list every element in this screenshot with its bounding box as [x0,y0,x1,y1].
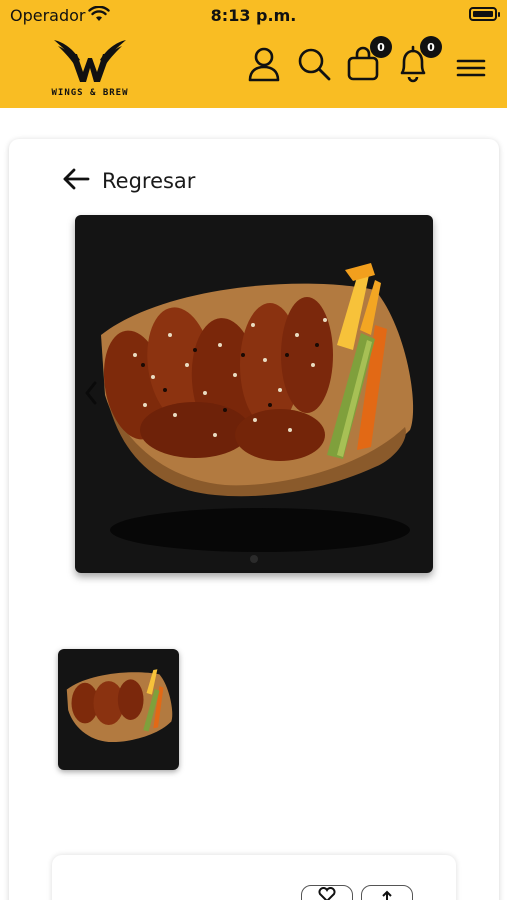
wings-logo-icon [54,40,126,82]
share-button[interactable] [361,885,413,900]
favorite-button[interactable] [301,885,353,900]
back-arrow-icon [62,167,90,195]
search-icon[interactable] [295,44,333,84]
thumbnail-image [58,649,179,770]
back-label: Regresar [102,169,196,193]
share-icon [382,890,392,900]
user-icon[interactable] [245,44,283,84]
notification-count-badge: 0 [420,36,442,58]
back-button[interactable]: Regresar [62,166,195,196]
info-back-icon[interactable] [86,895,100,900]
brand-logo[interactable]: WINGS & BREW [40,36,140,102]
cart-count-badge: 0 [370,36,392,58]
brand-name: WINGS & BREW [51,88,129,98]
clock: 8:13 p.m. [210,6,297,25]
carousel-dot[interactable] [250,555,258,563]
status-bar: Operador 8:13 p.m. [0,0,507,30]
thumbnail-1[interactable] [58,649,179,770]
product-image [75,215,433,573]
menu-icon[interactable] [452,48,490,88]
battery-icon [469,7,500,21]
product-image-carousel[interactable] [75,215,433,573]
heart-icon [318,887,336,900]
